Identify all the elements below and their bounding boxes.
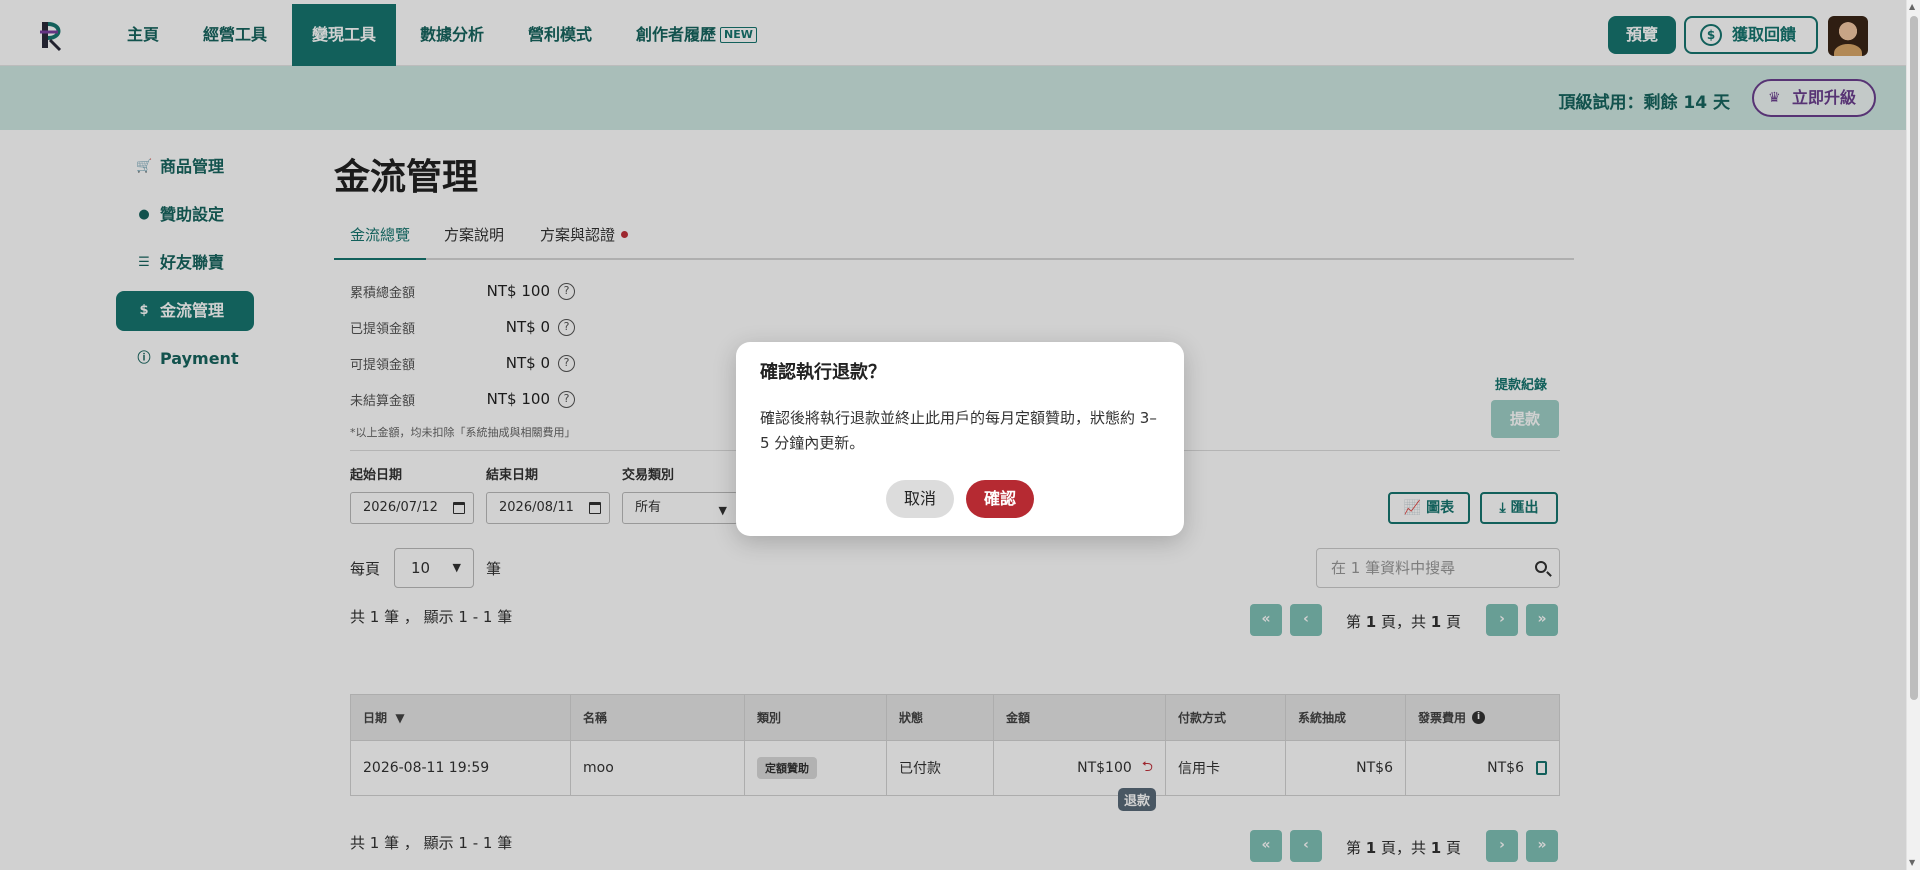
confirm-button[interactable]: 確認 bbox=[966, 480, 1034, 518]
scroll-up-icon[interactable]: ▲ bbox=[1909, 2, 1915, 11]
dialog-message: 確認後將執行退款並終止此用戶的每月定額贊助，狀態約 3–5 分鐘內更新。 bbox=[760, 409, 1157, 452]
vertical-scrollbar[interactable]: ▲ ▼ bbox=[1906, 0, 1920, 870]
scroll-thumb[interactable] bbox=[1910, 16, 1918, 700]
scroll-down-icon[interactable]: ▼ bbox=[1909, 858, 1915, 867]
refund-confirm-dialog: 確認執行退款？ 確認後將執行退款並終止此用戶的每月定額贊助，狀態約 3–5 分鐘… bbox=[736, 342, 1184, 536]
page: 主頁 經營工具 變現工具 數據分析 營利模式 創作者履歷 NEW 預覽 $ 獲取回… bbox=[0, 0, 1906, 870]
cancel-button[interactable]: 取消 bbox=[886, 480, 954, 518]
dialog-title: 確認執行退款？ bbox=[760, 362, 886, 383]
